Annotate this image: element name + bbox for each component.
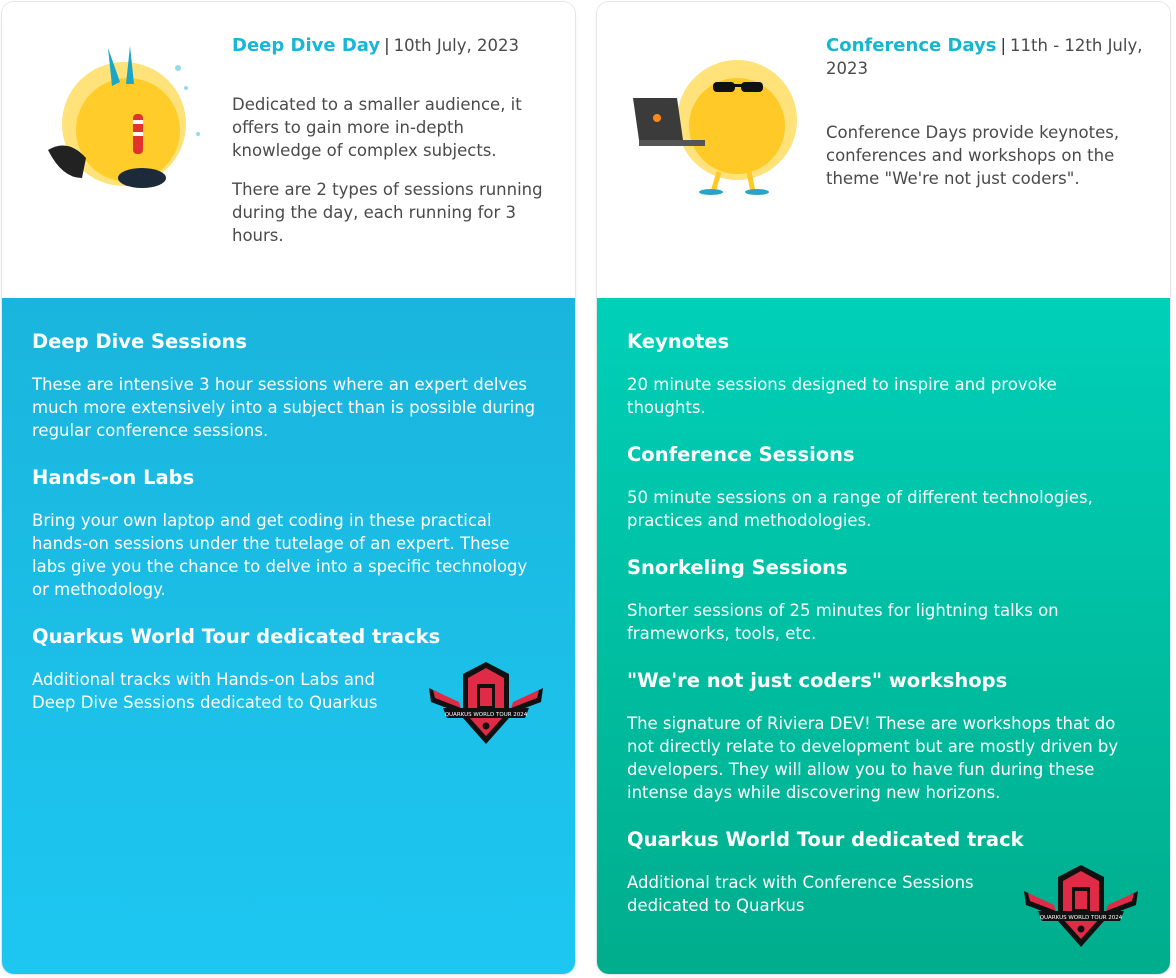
diver-sun-mascot-icon	[48, 46, 200, 188]
deep-dive-day-heading: Deep Dive Day | 10th July, 2023	[232, 34, 552, 57]
section-text: 50 minute sessions on a range of differe…	[627, 488, 1093, 530]
quarkus-row: Additional track with Conference Session…	[627, 865, 1140, 947]
day-date: 10th July, 2023	[393, 36, 519, 55]
quarkus-logo-text: QUARKUS WORLD TOUR 2024	[1040, 915, 1123, 921]
quarkus-row: Additional tracks with Hands-on Labs and…	[32, 662, 545, 744]
deep-dive-day-sessions: Deep Dive Sessions These are intensive 3…	[2, 298, 575, 974]
section-title: Keynotes	[627, 330, 730, 353]
page: Deep Dive Day | 10th July, 2023 Dedicated …	[0, 0, 1176, 978]
title-separator: |	[1000, 36, 1007, 55]
section-title: Hands-on Labs	[32, 466, 195, 489]
quarkus-logo-text: QUARKUS WORLD TOUR 2024	[445, 712, 528, 718]
section-text: Additional track with Conference Session…	[627, 873, 974, 915]
conference-days-header: Conference Days | 11th - 12th July, 2023 C…	[597, 2, 1170, 298]
section-title: Snorkeling Sessions	[627, 556, 848, 579]
section-title: Conference Sessions	[627, 443, 855, 466]
title-separator: |	[384, 36, 390, 55]
deep-dive-day-card: Deep Dive Day | 10th July, 2023 Dedicated …	[2, 2, 575, 974]
section-text: Additional tracks with Hands-on Labs and…	[32, 670, 378, 712]
conference-days-card: Conference Days | 11th - 12th July, 2023 C…	[597, 2, 1170, 974]
section-text: The signature of Riviera DEV! These are …	[627, 714, 1119, 802]
quarkus-world-tour-logo-icon: QUARKUS WORLD TOUR 2024	[429, 662, 543, 744]
sun-laptop-mascot-icon	[633, 60, 797, 195]
conference-days-heading: Conference Days | 11th - 12th July, 2023	[826, 34, 1152, 80]
intro-paragraph: There are 2 types of sessions running du…	[232, 180, 543, 245]
section-title: "We're not just coders" workshops	[627, 669, 1008, 692]
intro-paragraph: Dedicated to a smaller audience, it offe…	[232, 95, 522, 160]
deep-dive-day-header: Deep Dive Day | 10th July, 2023 Dedicated …	[2, 2, 575, 298]
section-title: Deep Dive Sessions	[32, 330, 248, 353]
day-title: Deep Dive Day	[232, 35, 381, 56]
section-title: Quarkus World Tour dedicated track	[627, 828, 1024, 851]
quarkus-world-tour-logo-icon: QUARKUS WORLD TOUR 2024	[1024, 865, 1138, 947]
section-text: These are intensive 3 hour sessions wher…	[32, 375, 536, 440]
intro-paragraph: Conference Days provide keynotes, confer…	[826, 123, 1120, 188]
day-title: Conference Days	[826, 35, 997, 56]
section-text: Shorter sessions of 25 minutes for light…	[627, 601, 1059, 643]
conference-days-intro: Conference Days | 11th - 12th July, 2023 C…	[826, 34, 1152, 206]
conference-days-sessions: Keynotes 20 minute sessions designed to …	[597, 298, 1170, 974]
section-text: 20 minute sessions designed to inspire a…	[627, 375, 1057, 417]
section-text: Bring your own laptop and get coding in …	[32, 511, 528, 599]
section-title: Quarkus World Tour dedicated tracks	[32, 625, 441, 648]
deep-dive-day-intro: Deep Dive Day | 10th July, 2023 Dedicated …	[232, 34, 552, 263]
